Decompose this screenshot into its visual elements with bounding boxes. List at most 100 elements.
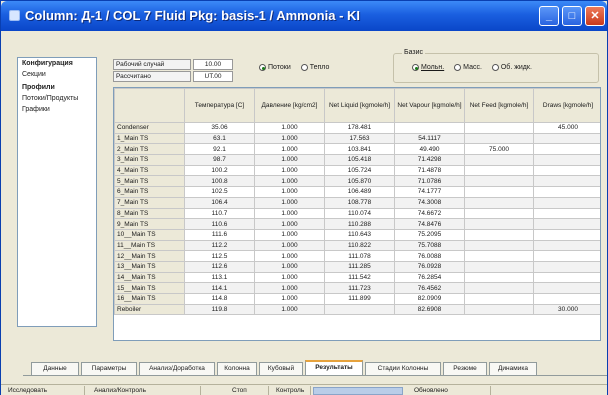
cell-draw[interactable] [533, 293, 600, 305]
table-row[interactable]: 8_Main TS 110.7 1.000 110.074 74.6672 [114, 207, 600, 220]
cell-temp[interactable]: 113.1 [184, 271, 255, 284]
radio-molar[interactable] [412, 64, 419, 71]
row-stage-cell[interactable]: 2_Main TS [114, 143, 185, 156]
cell-press[interactable]: 1.000 [254, 282, 325, 294]
nav-item-configuration[interactable]: Конфигурация [18, 58, 96, 69]
cell-vap[interactable]: 74.8476 [394, 218, 465, 230]
cell-press[interactable]: 1.000 [254, 186, 325, 198]
cell-press[interactable]: 1.000 [254, 293, 325, 305]
nav-item-sections[interactable]: Секции [18, 69, 96, 80]
row-stage-cell[interactable]: 7_Main TS [114, 196, 185, 209]
cell-feed[interactable] [464, 132, 534, 145]
cell-feed[interactable] [464, 164, 534, 177]
cell-feed[interactable] [464, 207, 534, 220]
cell-press[interactable]: 1.000 [254, 196, 325, 209]
cell-liq[interactable]: 105.870 [324, 175, 395, 188]
cell-temp[interactable]: 112.5 [184, 250, 255, 262]
radio-mass[interactable] [454, 64, 462, 71]
cell-feed[interactable] [464, 228, 534, 241]
cell-liq[interactable]: 110.074 [324, 207, 395, 220]
table-row[interactable]: 16__Main TS 114.8 1.000 111.899 82.0909 [114, 293, 600, 305]
cell-vap[interactable]: 76.4562 [394, 282, 465, 294]
table-row[interactable]: 10__Main TS 111.6 1.000 110.643 75.2095 [114, 228, 600, 241]
row-stage-cell[interactable]: 10__Main TS [114, 228, 185, 241]
tab-column[interactable]: Колонна [217, 362, 257, 376]
cell-press[interactable]: 1.000 [254, 122, 325, 134]
cell-vap[interactable]: 71.4298 [394, 154, 465, 166]
cell-press[interactable]: 1.000 [254, 239, 325, 252]
row-stage-cell[interactable]: Condenser [114, 122, 185, 134]
cell-liq[interactable]: 111.899 [324, 293, 395, 305]
row-stage-cell[interactable]: 16__Main TS [114, 293, 185, 305]
cell-liq[interactable]: 103.841 [324, 143, 395, 156]
cell-vap[interactable]: 75.7088 [394, 239, 465, 252]
radio-heat[interactable] [300, 64, 308, 71]
table-row[interactable]: Reboiler 119.8 1.000 82.6908 30.000 [114, 303, 600, 316]
cell-temp[interactable]: 114.8 [184, 293, 255, 305]
table-row[interactable]: 14__Main TS 113.1 1.000 111.542 76.2854 [114, 271, 600, 284]
cell-feed[interactable] [464, 303, 534, 316]
tab-results[interactable]: Результаты [305, 360, 363, 376]
cell-vap[interactable]: 74.3008 [394, 196, 465, 209]
cell-liq[interactable]: 105.724 [324, 164, 395, 177]
cell-draw[interactable] [533, 154, 600, 166]
status-stop-button[interactable]: Стоп [229, 386, 269, 395]
table-row[interactable]: 3_Main TS 98.7 1.000 105.418 71.4298 [114, 154, 600, 166]
cell-temp[interactable]: 119.8 [184, 303, 255, 316]
cell-vap[interactable]: 54.1117 [394, 132, 465, 145]
cell-feed[interactable] [464, 154, 534, 166]
cell-draw[interactable] [533, 218, 600, 230]
row-stage-cell[interactable]: 12__Main TS [114, 250, 185, 262]
cell-temp[interactable]: 110.6 [184, 218, 255, 230]
cell-feed[interactable] [464, 175, 534, 188]
table-row[interactable]: 12__Main TS 112.5 1.000 111.078 76.0088 [114, 250, 600, 262]
cell-liq[interactable]: 111.078 [324, 250, 395, 262]
cell-temp[interactable]: 111.6 [184, 228, 255, 241]
row-stage-cell[interactable]: 14__Main TS [114, 271, 185, 284]
tab-dynamics[interactable]: Динамика [489, 362, 537, 376]
nav-item-profiles[interactable]: Профили [18, 82, 96, 93]
tab-data[interactable]: Данные [31, 362, 79, 376]
table-row[interactable]: 15__Main TS 114.1 1.000 111.723 76.4562 [114, 282, 600, 294]
table-row[interactable]: Condenser 35.06 1.000 178.481 45.000 [114, 122, 600, 134]
cell-liq[interactable]: 105.418 [324, 154, 395, 166]
cell-press[interactable]: 1.000 [254, 175, 325, 188]
row-stage-cell[interactable]: 13__Main TS [114, 260, 185, 273]
cell-temp[interactable]: 92.1 [184, 143, 255, 156]
param-value-field[interactable]: 10.00 [193, 59, 233, 70]
cell-vap[interactable] [394, 122, 465, 134]
table-row[interactable]: 4_Main TS 100.2 1.000 105.724 71.4878 [114, 164, 600, 177]
cell-vap[interactable]: 74.6672 [394, 207, 465, 220]
cell-draw[interactable] [533, 164, 600, 177]
cell-liq[interactable]: 111.542 [324, 271, 395, 284]
table-row[interactable]: 11__Main TS 112.2 1.000 110.822 75.7088 [114, 239, 600, 252]
cell-feed[interactable] [464, 122, 534, 134]
cell-vap[interactable]: 82.6908 [394, 303, 465, 316]
cell-draw[interactable] [533, 250, 600, 262]
cell-draw[interactable] [533, 207, 600, 220]
cell-temp[interactable]: 100.8 [184, 175, 255, 188]
cell-press[interactable]: 1.000 [254, 271, 325, 284]
cell-press[interactable]: 1.000 [254, 207, 325, 220]
table-row[interactable]: 6_Main TS 102.5 1.000 106.489 74.1777 [114, 186, 600, 198]
cell-vap[interactable]: 76.0928 [394, 260, 465, 273]
table-row[interactable]: 7_Main TS 106.4 1.000 108.778 74.3008 [114, 196, 600, 209]
cell-liq[interactable]: 110.288 [324, 218, 395, 230]
profiles-grid[interactable]: Температура [C] Давление [kg/cm2] Net Li… [113, 87, 601, 341]
minimize-button[interactable]: _ [539, 6, 559, 26]
cell-press[interactable]: 1.000 [254, 218, 325, 230]
cell-vap[interactable]: 75.2095 [394, 228, 465, 241]
cell-vap[interactable]: 49.490 [394, 143, 465, 156]
cell-draw[interactable] [533, 196, 600, 209]
nav-item-charts[interactable]: Графики [18, 104, 96, 115]
table-row[interactable]: 2_Main TS 92.1 1.000 103.841 49.490 75.000 [114, 143, 600, 156]
cell-feed[interactable]: 75.000 [464, 143, 534, 156]
cell-draw[interactable] [533, 228, 600, 241]
cell-feed[interactable] [464, 196, 534, 209]
cell-feed[interactable] [464, 250, 534, 262]
cell-draw[interactable]: 45.000 [533, 122, 600, 134]
cell-liq[interactable]: 111.285 [324, 260, 395, 273]
tab-summary[interactable]: Резюме [443, 362, 487, 376]
row-stage-cell[interactable]: 11__Main TS [114, 239, 185, 252]
row-stage-cell[interactable]: 1_Main TS [114, 132, 185, 145]
